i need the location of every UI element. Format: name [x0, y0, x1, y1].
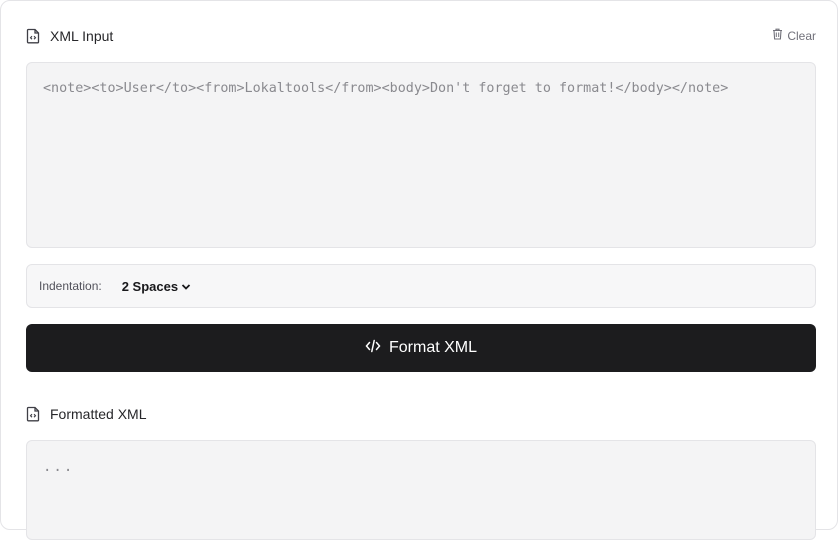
- output-section-title: Formatted XML: [50, 406, 147, 422]
- indentation-selected-value: 2 Spaces: [121, 278, 179, 294]
- output-section-header: Formatted XML: [26, 404, 816, 424]
- xml-formatter-card: XML Input Clear Indentation: 2 Spaces: [0, 0, 838, 540]
- indentation-label: Indentation:: [39, 279, 102, 293]
- options-bar: Indentation: 2 Spaces: [26, 264, 816, 308]
- xml-input-container: [26, 62, 816, 248]
- trash-icon: [772, 28, 787, 43]
- chevron-down-icon: [178, 279, 191, 294]
- format-xml-button-label: Format XML: [388, 339, 477, 356]
- indentation-select[interactable]: 2 Spaces: [122, 279, 191, 294]
- format-xml-button[interactable]: Format XML: [26, 324, 816, 372]
- formatted-xml-output[interactable]: ...: [26, 440, 816, 540]
- code-icon: [365, 339, 389, 358]
- input-section-header: XML Input Clear: [26, 26, 816, 46]
- file-code-icon: [26, 28, 40, 44]
- input-section-title: XML Input: [50, 28, 114, 44]
- output-placeholder: ...: [43, 459, 75, 475]
- xml-input-textarea[interactable]: [27, 63, 815, 247]
- file-code-icon: [26, 406, 40, 422]
- clear-button[interactable]: Clear: [772, 28, 816, 43]
- clear-button-label: Clear: [787, 28, 816, 43]
